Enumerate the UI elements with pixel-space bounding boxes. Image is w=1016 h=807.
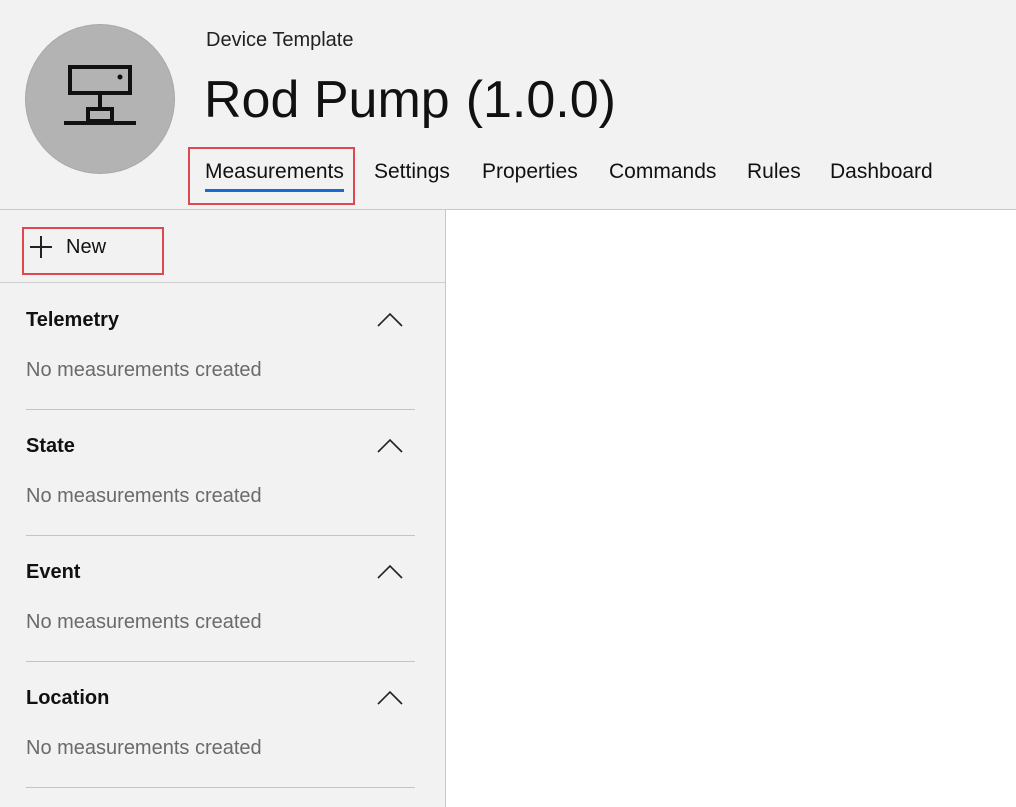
device-avatar: [26, 25, 174, 173]
measurement-detail-pane: [446, 210, 1016, 807]
tab-measurements[interactable]: Measurements: [205, 160, 344, 192]
network-device-icon: [64, 65, 136, 125]
empty-state-text: No measurements created: [26, 359, 262, 381]
tab-dashboard[interactable]: Dashboard: [830, 160, 933, 184]
plus-icon: [30, 236, 52, 258]
chevron-up-icon[interactable]: [377, 563, 403, 579]
new-button-label: New: [66, 235, 107, 258]
section-title: Telemetry: [26, 309, 120, 331]
section-title: Location: [26, 687, 110, 709]
template-header: Device Template Rod Pump (1.0.0) Measurem…: [0, 0, 1016, 210]
chevron-up-icon[interactable]: [377, 311, 403, 327]
tab-commands[interactable]: Commands: [609, 160, 716, 184]
section-telemetry: Telemetry No measurements created: [26, 283, 415, 410]
template-name: Rod Pump: [204, 71, 450, 129]
tab-settings[interactable]: Settings: [374, 160, 450, 184]
chevron-up-icon[interactable]: [377, 437, 403, 453]
page-subtitle: Device Template: [206, 29, 354, 51]
section-title: State: [26, 435, 75, 457]
template-version: (1.0.0): [465, 71, 616, 129]
measurements-sidebar: New Telemetry No measurements created St…: [0, 210, 446, 807]
section-event: Event No measurements created: [26, 535, 415, 662]
empty-state-text: No measurements created: [26, 611, 262, 633]
section-location: Location No measurements created: [26, 661, 415, 788]
chevron-up-icon[interactable]: [377, 689, 403, 705]
section-title: Event: [26, 561, 81, 583]
tab-properties[interactable]: Properties: [482, 160, 578, 184]
tab-rules[interactable]: Rules: [747, 160, 801, 184]
section-state: State No measurements created: [26, 409, 415, 536]
empty-state-text: No measurements created: [26, 485, 262, 507]
empty-state-text: No measurements created: [26, 737, 262, 759]
new-measurement-button[interactable]: New: [30, 232, 106, 262]
page-title: Rod Pump (1.0.0): [204, 70, 616, 130]
